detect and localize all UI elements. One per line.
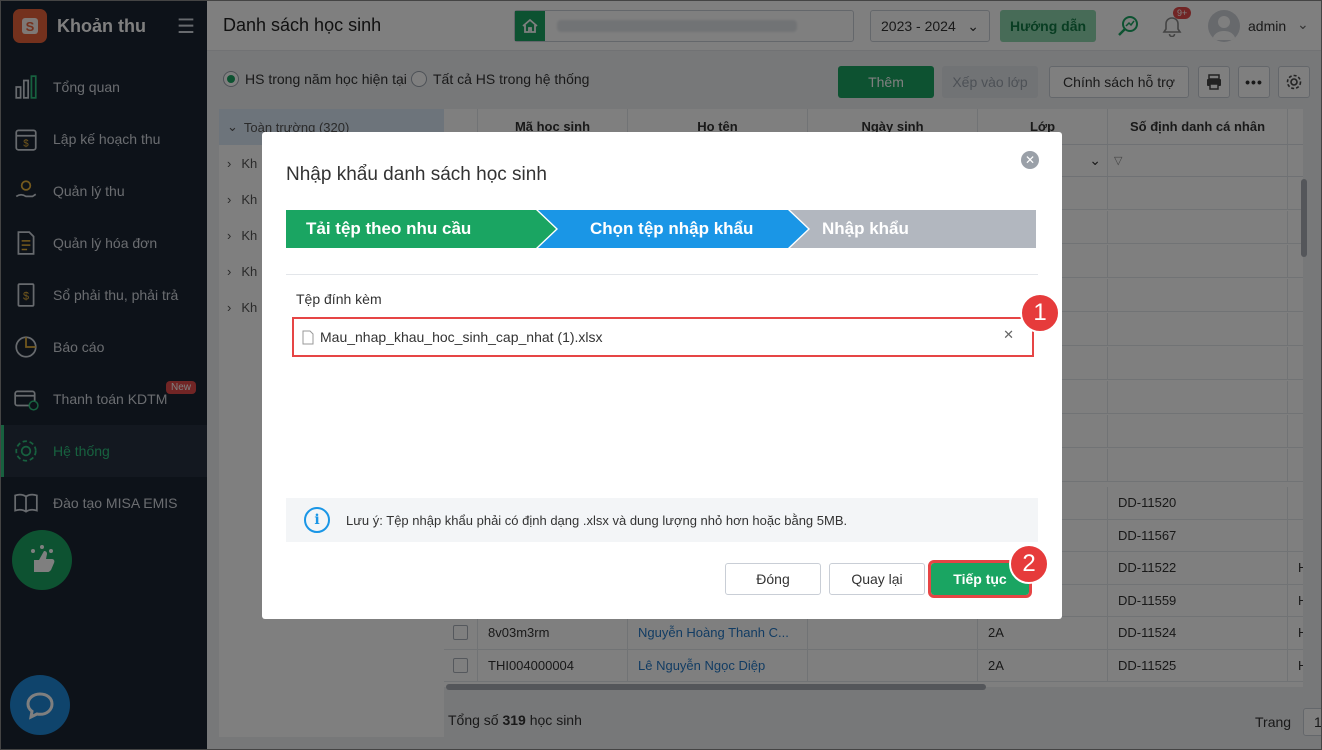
step-choose-file: Chọn tệp nhập khẩu — [538, 210, 808, 248]
back-button[interactable]: Quay lại — [829, 563, 925, 595]
annotation-marker-1: 1 — [1020, 293, 1060, 333]
import-dialog: Nhập khẩu danh sách học sinh ✕ Tải tệp t… — [262, 132, 1062, 619]
step-download-template: Tải tệp theo nhu cầu — [286, 210, 556, 248]
app-window: S Khoản thu ☰ Tổng quan$Lập kế hoạch thu… — [0, 0, 1322, 750]
info-icon: i — [304, 507, 330, 533]
dialog-title: Nhập khẩu danh sách học sinh — [286, 164, 547, 185]
attached-file[interactable]: Mau_nhap_khau_hoc_sinh_cap_nhat (1).xlsx… — [292, 317, 1034, 357]
annotation-marker-2: 2 — [1009, 544, 1049, 584]
import-steps: Tải tệp theo nhu cầu Chọn tệp nhập khẩu … — [286, 210, 1036, 248]
close-button[interactable]: Đóng — [725, 563, 821, 595]
file-icon — [302, 330, 314, 344]
step-import: Nhập khẩu — [790, 210, 1036, 248]
note-text: Lưu ý: Tệp nhập khẩu phải có định dạng .… — [346, 512, 848, 528]
close-icon[interactable]: ✕ — [1021, 151, 1039, 169]
format-note: i Lưu ý: Tệp nhập khẩu phải có định dạng… — [286, 498, 1038, 542]
file-name: Mau_nhap_khau_hoc_sinh_cap_nhat (1).xlsx — [320, 329, 603, 345]
attachment-label: Tệp đính kèm — [296, 291, 382, 307]
attachment-panel: Tệp đính kèm Mau_nhap_khau_hoc_sinh_cap_… — [286, 274, 1038, 494]
remove-file-icon[interactable]: ✕ — [1003, 327, 1014, 343]
